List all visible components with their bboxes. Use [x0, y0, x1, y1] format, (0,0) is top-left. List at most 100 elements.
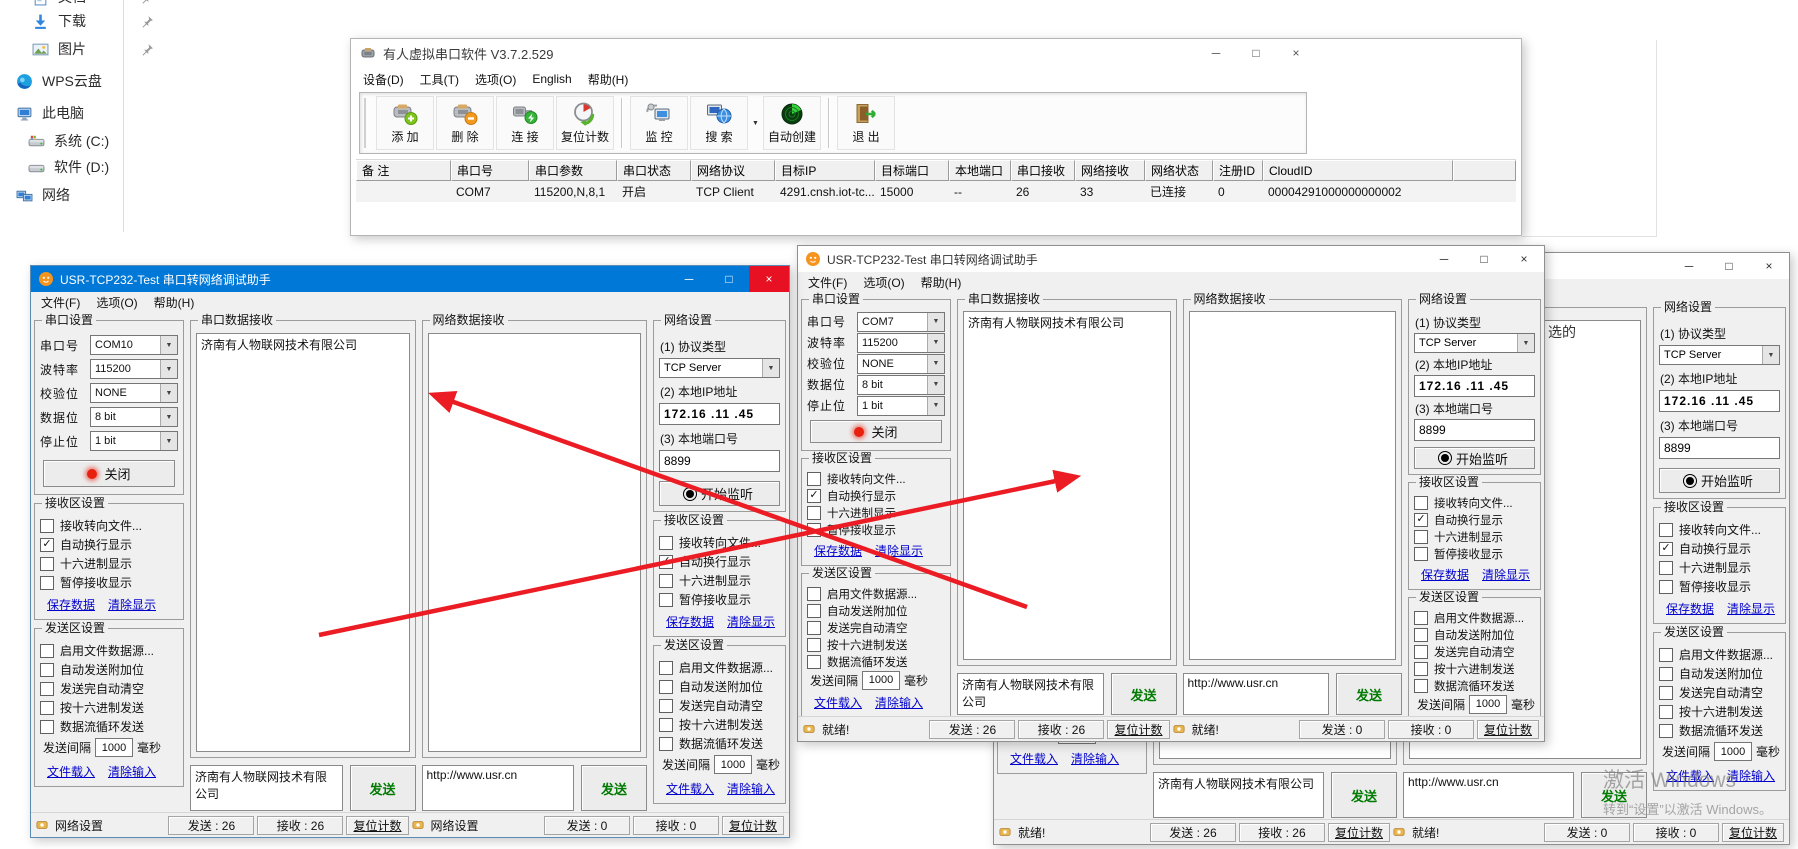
close-button[interactable]: × [749, 266, 789, 292]
baud-select[interactable]: 115200▼ [90, 359, 178, 379]
menu-options[interactable]: 选项(O) [467, 71, 524, 88]
clear-input-link[interactable]: 清除输入 [108, 763, 156, 780]
checkbox-pause-display[interactable]: 暂停接收显示 [1659, 577, 1780, 596]
network-send-button[interactable]: 发送 [581, 765, 647, 811]
window-titlebar[interactable]: USR-TCP232-Test 串口转网络调试助手 ─□× [798, 246, 1544, 272]
minimize-button[interactable]: ─ [1196, 39, 1236, 67]
checkbox-clear-after-send[interactable]: 发送完自动清空 [40, 679, 178, 698]
checkbox-pause-display[interactable]: 暂停接收显示 [807, 521, 945, 538]
col-target-ip[interactable]: 目标IP [775, 160, 875, 181]
serial-send-button[interactable]: 发送 [1331, 772, 1397, 818]
checkbox-hex-display[interactable]: 十六进制显示 [1414, 528, 1535, 545]
local-ip-input[interactable]: 172.16 .11 .45 [659, 403, 780, 425]
checkbox-hex-send[interactable]: 按十六进制发送 [1659, 702, 1780, 721]
network-send-input[interactable]: http://www.usr.cn [422, 765, 575, 811]
checkbox-pause-display[interactable]: 暂停接收显示 [659, 590, 780, 609]
clear-display-link[interactable]: 清除显示 [727, 613, 775, 630]
load-file-link[interactable]: 文件载入 [1666, 767, 1714, 784]
table-row[interactable]: COM7 115200,N,8,1 开启 TCP Client 4291.cns… [356, 181, 1516, 202]
parity-select[interactable]: NONE▼ [857, 354, 945, 374]
checkbox-recv-to-file[interactable]: 接收转向文件... [40, 516, 178, 535]
save-data-link[interactable]: 保存数据 [814, 542, 862, 559]
checkbox-file-source[interactable]: 启用文件数据源... [807, 585, 945, 602]
network-receive-area[interactable] [1189, 311, 1397, 660]
clear-input-link[interactable]: 清除输入 [875, 694, 923, 711]
maximize-button[interactable]: □ [1464, 246, 1504, 272]
menu-help[interactable]: 帮助(H) [580, 71, 637, 88]
checkbox-auto-append[interactable]: 自动发送附加位 [40, 660, 178, 679]
checkbox-auto-newline[interactable]: ✓自动换行显示 [807, 487, 945, 504]
col-remark[interactable]: 备 注 [356, 160, 451, 181]
load-file-link[interactable]: 文件载入 [666, 780, 714, 797]
toolbar-search-button[interactable]: 搜 索 [690, 96, 748, 150]
checkbox-file-source[interactable]: 启用文件数据源... [1414, 609, 1535, 626]
load-file-link[interactable]: 文件载入 [814, 694, 862, 711]
toolbar-reset-count-button[interactable]: 复位计数 [556, 96, 614, 150]
close-port-button[interactable]: 关闭 [810, 420, 942, 443]
table-header-row[interactable]: 备 注 串口号 串口参数 串口状态 网络协议 目标IP 目标端口 本地端口 串口… [356, 159, 1516, 181]
local-ip-input[interactable]: 172.16 .11 .45 [1414, 375, 1535, 397]
clear-input-link[interactable]: 清除输入 [1071, 750, 1119, 767]
local-port-input[interactable]: 8899 [659, 450, 780, 472]
send-interval-input[interactable]: 1000 [862, 671, 900, 690]
sidebar-item-network[interactable]: 网络 [16, 182, 144, 208]
toolbar-monitor-button[interactable]: 监 控 [630, 96, 688, 150]
toolbar-connect-button[interactable]: 连 接 [496, 96, 554, 150]
sidebar-item-wps-cloud[interactable]: WPS云盘 [16, 68, 144, 94]
checkbox-loop-send[interactable]: 数据流循环发送 [40, 717, 178, 736]
col-serial-rx[interactable]: 串口接收 [1011, 160, 1075, 181]
clear-input-link[interactable]: 清除输入 [727, 780, 775, 797]
menu-english[interactable]: English [524, 72, 579, 86]
serial-send-button[interactable]: 发送 [350, 765, 416, 811]
close-port-button[interactable]: 关闭 [43, 460, 175, 487]
checkbox-pause-display[interactable]: 暂停接收显示 [40, 573, 178, 592]
send-interval-input[interactable]: 1000 [1714, 742, 1752, 761]
sidebar-item-this-pc[interactable]: 此电脑 [16, 100, 144, 126]
checkbox-recv-to-file[interactable]: 接收转向文件... [659, 533, 780, 552]
col-port-state[interactable]: 串口状态 [617, 160, 691, 181]
checkbox-auto-newline[interactable]: ✓自动换行显示 [1659, 539, 1780, 558]
maximize-button[interactable]: □ [1236, 39, 1276, 67]
maximize-button[interactable]: □ [1709, 253, 1749, 279]
col-target-port[interactable]: 目标端口 [875, 160, 949, 181]
checkbox-auto-append[interactable]: 自动发送附加位 [1414, 626, 1535, 643]
network-send-button[interactable]: 发送 [1581, 772, 1647, 818]
minimize-button[interactable]: ─ [1669, 253, 1709, 279]
checkbox-file-source[interactable]: 启用文件数据源... [40, 641, 178, 660]
checkbox-recv-to-file[interactable]: 接收转向文件... [1414, 494, 1535, 511]
col-protocol[interactable]: 网络协议 [691, 160, 775, 181]
start-listen-button[interactable]: 开始监听 [659, 481, 780, 506]
serial-receive-area[interactable]: 济南有人物联网技术有限公司 [196, 333, 410, 752]
col-net-rx[interactable]: 网络接收 [1075, 160, 1145, 181]
checkbox-recv-to-file[interactable]: 接收转向文件... [807, 470, 945, 487]
save-data-link[interactable]: 保存数据 [666, 613, 714, 630]
checkbox-clear-after-send[interactable]: 发送完自动清空 [807, 619, 945, 636]
checkbox-loop-send[interactable]: 数据流循环发送 [1414, 677, 1535, 694]
checkbox-clear-after-send[interactable]: 发送完自动清空 [659, 696, 780, 715]
close-button[interactable]: × [1749, 253, 1789, 279]
parity-select[interactable]: NONE▼ [90, 383, 178, 403]
local-port-input[interactable]: 8899 [1659, 437, 1780, 459]
checkbox-hex-send[interactable]: 按十六进制发送 [807, 636, 945, 653]
checkbox-hex-display[interactable]: 十六进制显示 [659, 571, 780, 590]
databits-select[interactable]: 8 bit▼ [857, 375, 945, 395]
save-data-link[interactable]: 保存数据 [47, 596, 95, 613]
stopbits-select[interactable]: 1 bit▼ [90, 431, 178, 451]
col-com[interactable]: 串口号 [451, 160, 529, 181]
reset-count-button[interactable]: 复位计数 [722, 816, 784, 835]
menu-device[interactable]: 设备(D) [355, 71, 412, 88]
baud-select[interactable]: 115200▼ [857, 333, 945, 353]
checkbox-auto-append[interactable]: 自动发送附加位 [659, 677, 780, 696]
toolbar-add-button[interactable]: 添 加 [376, 96, 434, 150]
clear-input-link[interactable]: 清除输入 [1727, 767, 1775, 784]
save-data-link[interactable]: 保存数据 [1421, 566, 1469, 583]
local-ip-input[interactable]: 172.16 .11 .45 [1659, 390, 1780, 412]
load-file-link[interactable]: 文件载入 [1010, 750, 1058, 767]
maximize-button[interactable]: □ [709, 266, 749, 292]
databits-select[interactable]: 8 bit▼ [90, 407, 178, 427]
send-interval-input[interactable]: 1000 [1469, 695, 1507, 714]
close-button[interactable]: × [1276, 39, 1316, 67]
checkbox-hex-display[interactable]: 十六进制显示 [807, 504, 945, 521]
checkbox-pause-display[interactable]: 暂停接收显示 [1414, 545, 1535, 562]
send-interval-input[interactable]: 1000 [714, 755, 752, 774]
